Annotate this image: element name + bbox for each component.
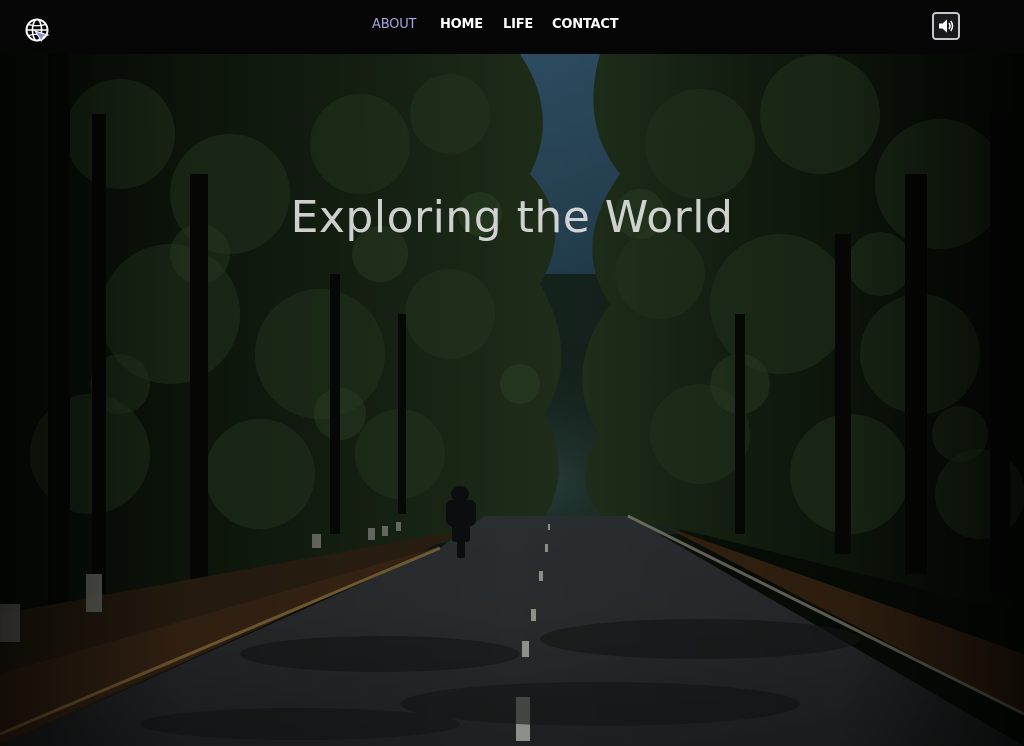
hero-background-image — [0, 54, 1024, 746]
page: ABOUT HOME LIFE CONTACT Exploring the Wo… — [0, 0, 1024, 746]
sound-toggle-button[interactable] — [932, 12, 960, 40]
speaker-volume-icon — [939, 19, 954, 33]
nav-link-about[interactable]: ABOUT — [372, 17, 416, 32]
nav-link-home[interactable]: HOME — [440, 17, 483, 32]
nav-menu: ABOUT HOME LIFE CONTACT — [0, 0, 1024, 54]
nav-link-contact[interactable]: CONTACT — [552, 17, 619, 32]
hero-section: Exploring the World — [0, 54, 1024, 746]
hero-title: Exploring the World — [290, 192, 734, 243]
top-navbar: ABOUT HOME LIFE CONTACT — [0, 0, 1024, 54]
globe-icon[interactable] — [24, 17, 52, 45]
nav-link-life[interactable]: LIFE — [503, 17, 533, 32]
